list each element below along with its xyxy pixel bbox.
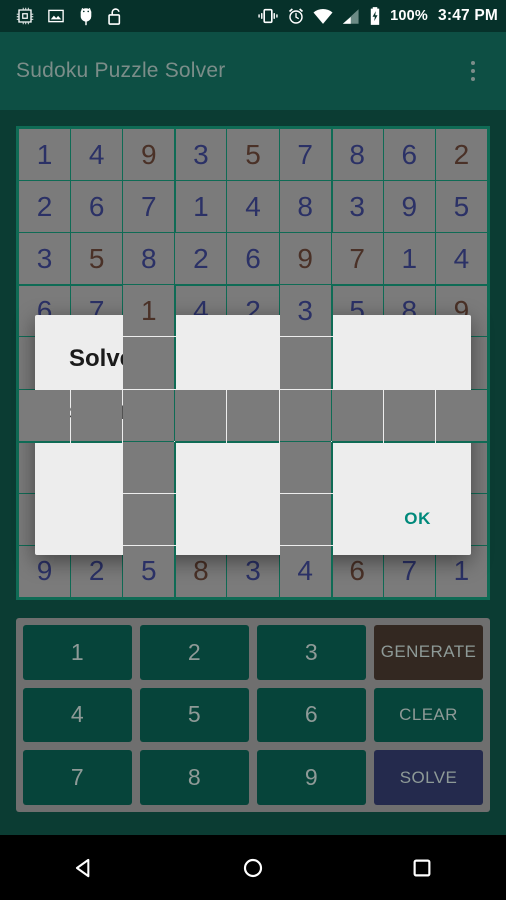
sudoku-cell-r4c6[interactable]: 3 bbox=[279, 285, 331, 337]
sudoku-cell-r7c6[interactable] bbox=[279, 441, 331, 493]
sudoku-cell-r1c5[interactable]: 5 bbox=[227, 129, 279, 181]
sudoku-cell-r3c6[interactable]: 9 bbox=[279, 233, 331, 285]
sudoku-cell-r3c9[interactable]: 4 bbox=[435, 233, 487, 285]
keypad-digit-5-button[interactable]: 5 bbox=[140, 687, 249, 743]
overflow-dot bbox=[471, 61, 475, 65]
sudoku-cell-r5c6[interactable] bbox=[279, 337, 331, 389]
android-debug-icon bbox=[80, 7, 92, 25]
sudoku-cell-r3c4[interactable]: 2 bbox=[175, 233, 227, 285]
sudoku-cell-r9c3[interactable]: 5 bbox=[123, 545, 175, 597]
nav-home-button[interactable] bbox=[218, 835, 288, 900]
page-title: Sudoku Puzzle Solver bbox=[16, 59, 226, 82]
vibrate-icon bbox=[258, 8, 278, 24]
sudoku-cell-r6c7[interactable] bbox=[331, 389, 383, 441]
sudoku-cell-r2c7[interactable]: 3 bbox=[331, 181, 383, 233]
keypad-digit-6-button[interactable]: 6 bbox=[257, 687, 366, 743]
sudoku-cell-r7c3[interactable] bbox=[123, 441, 175, 493]
battery-charging-icon bbox=[370, 7, 380, 25]
sudoku-cell-r6c3[interactable] bbox=[123, 389, 175, 441]
sudoku-cell-r1c7[interactable]: 8 bbox=[331, 129, 383, 181]
sudoku-cell-r3c3[interactable]: 8 bbox=[123, 233, 175, 285]
unlocked-padlock-icon bbox=[108, 7, 121, 25]
clock-label: 3:47 PM bbox=[438, 7, 498, 24]
sudoku-cell-r3c2[interactable]: 5 bbox=[71, 233, 123, 285]
keypad-digit-1-button[interactable]: 1 bbox=[23, 625, 132, 680]
nav-recents-button[interactable] bbox=[387, 835, 457, 900]
cell-signal-icon bbox=[342, 8, 359, 24]
sudoku-cell-r9c6[interactable]: 4 bbox=[279, 545, 331, 597]
alarm-icon bbox=[289, 8, 304, 24]
app-screen: 100% 3:47 PM Sudoku Puzzle Solver 149357… bbox=[0, 0, 506, 900]
sudoku-cell-r1c1[interactable]: 1 bbox=[19, 129, 71, 181]
sudoku-cell-r2c9[interactable]: 5 bbox=[435, 181, 487, 233]
sudoku-cell-r2c4[interactable]: 1 bbox=[175, 181, 227, 233]
sudoku-cell-r6c9[interactable] bbox=[435, 389, 487, 441]
sudoku-cell-r1c9[interactable]: 2 bbox=[435, 129, 487, 181]
app-bar: Sudoku Puzzle Solver bbox=[0, 32, 506, 110]
keypad-digit-3-button[interactable]: 3 bbox=[257, 625, 366, 680]
overflow-menu-icon[interactable] bbox=[456, 45, 490, 97]
keypad-digit-2-button[interactable]: 2 bbox=[140, 625, 249, 680]
sudoku-cell-r5c3[interactable] bbox=[123, 337, 175, 389]
sudoku-cell-r2c8[interactable]: 9 bbox=[383, 181, 435, 233]
status-bar: 100% 3:47 PM bbox=[0, 0, 506, 32]
sudoku-cell-r2c6[interactable]: 8 bbox=[279, 181, 331, 233]
image-icon bbox=[48, 9, 64, 23]
sudoku-cell-r2c5[interactable]: 4 bbox=[227, 181, 279, 233]
overflow-dot bbox=[471, 69, 475, 73]
home-circle-icon bbox=[243, 858, 263, 877]
nav-back-button[interactable] bbox=[49, 835, 119, 900]
android-nav-bar bbox=[0, 835, 506, 900]
sudoku-cell-r1c8[interactable]: 6 bbox=[383, 129, 435, 181]
wifi-icon bbox=[313, 8, 333, 24]
keypad-panel: 1 2 3 GENERATE 4 5 6 CLEAR 7 8 9 SOLVE bbox=[16, 618, 490, 812]
sudoku-cell-r1c6[interactable]: 7 bbox=[279, 129, 331, 181]
sudoku-cell-r4c3[interactable]: 1 bbox=[123, 285, 175, 337]
sudoku-cell-r3c1[interactable]: 3 bbox=[19, 233, 71, 285]
keypad-clear-clear-button[interactable]: CLEAR bbox=[374, 687, 483, 743]
sudoku-cell-r1c3[interactable]: 9 bbox=[123, 129, 175, 181]
sudoku-cell-r3c8[interactable]: 1 bbox=[383, 233, 435, 285]
back-triangle-icon bbox=[76, 858, 90, 877]
sudoku-cell-r6c5[interactable] bbox=[227, 389, 279, 441]
status-bar-right-icons: 100% 3:47 PM bbox=[257, 6, 498, 26]
keypad-digit-7-button[interactable]: 7 bbox=[23, 750, 132, 805]
sudoku-cell-r2c3[interactable]: 7 bbox=[123, 181, 175, 233]
sudoku-cell-r6c6[interactable] bbox=[279, 389, 331, 441]
sudoku-cell-r2c2[interactable]: 6 bbox=[71, 181, 123, 233]
ok-button[interactable]: OK bbox=[390, 501, 445, 537]
overflow-dot bbox=[471, 77, 475, 81]
keypad-digit-9-button[interactable]: 9 bbox=[257, 750, 366, 805]
sudoku-cell-r8c3[interactable] bbox=[123, 493, 175, 545]
status-bar-left-icons bbox=[16, 7, 123, 26]
sudoku-cell-r1c2[interactable]: 4 bbox=[71, 129, 123, 181]
sudoku-cell-r6c8[interactable] bbox=[383, 389, 435, 441]
battery-percent-label: 100% bbox=[390, 8, 429, 24]
dialog-buttons: OK bbox=[390, 501, 445, 537]
keypad-generate-generate-button[interactable]: GENERATE bbox=[374, 625, 483, 680]
sudoku-cell-r8c6[interactable] bbox=[279, 493, 331, 545]
sudoku-cell-r1c4[interactable]: 3 bbox=[175, 129, 227, 181]
sudoku-cell-r3c7[interactable]: 7 bbox=[331, 233, 383, 285]
keypad-solve-solve-button[interactable]: SOLVE bbox=[374, 750, 483, 805]
sudoku-cell-r6c4[interactable] bbox=[175, 389, 227, 441]
sudoku-cell-r6c1[interactable] bbox=[19, 389, 71, 441]
sudoku-cell-r3c5[interactable]: 6 bbox=[227, 233, 279, 285]
recents-square-icon bbox=[413, 859, 431, 876]
keypad-digit-4-button[interactable]: 4 bbox=[23, 687, 132, 743]
sudoku-cell-r2c1[interactable]: 2 bbox=[19, 181, 71, 233]
keypad-digit-8-button[interactable]: 8 bbox=[140, 750, 249, 805]
sudoku-cell-r6c2[interactable] bbox=[71, 389, 123, 441]
cpu-chip-icon bbox=[16, 7, 34, 25]
